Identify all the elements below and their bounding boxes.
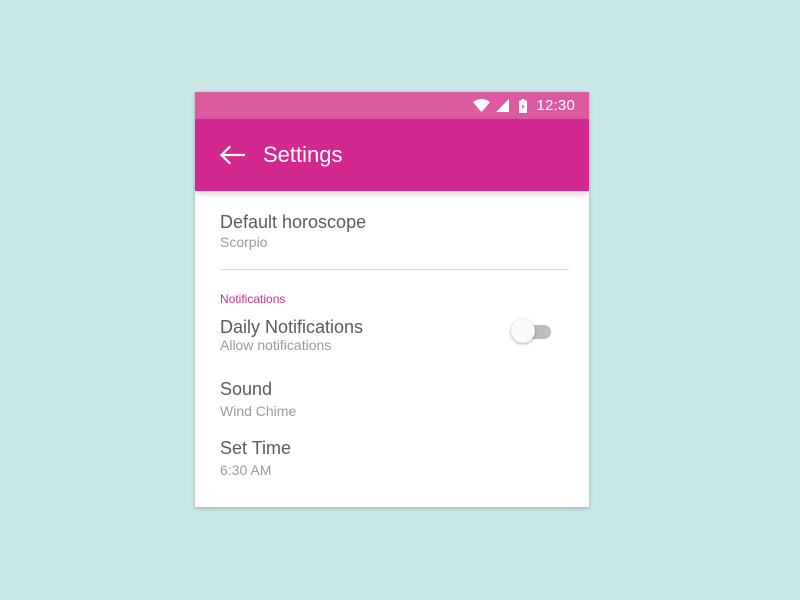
back-button[interactable] — [219, 140, 249, 170]
status-time: 12:30 — [536, 97, 575, 114]
setting-summary: Wind Chime — [220, 403, 297, 419]
setting-title: Set Time — [220, 438, 292, 458]
app-bar: Settings — [195, 119, 589, 191]
notifications-section-header: Notifications — [220, 292, 286, 306]
setting-title: Default horoscope — [220, 212, 367, 232]
default-horoscope-setting[interactable]: Default horoscope Scorpio — [220, 191, 569, 250]
sound-setting[interactable]: Sound Wind Chime — [220, 378, 569, 420]
signal-icon — [496, 99, 510, 112]
arrow-left-icon — [219, 145, 245, 165]
set-time-setting[interactable]: Set Time 6:30 AM — [220, 437, 569, 479]
page-title: Settings — [263, 142, 343, 167]
toggle-thumb — [511, 319, 535, 343]
daily-notifications-toggle[interactable] — [511, 319, 551, 345]
setting-summary: Scorpio — [220, 234, 268, 250]
daily-notifications-setting[interactable]: Daily Notifications Allow notifications — [220, 316, 569, 356]
setting-title: Sound — [220, 379, 273, 399]
battery-charging-icon — [519, 98, 528, 113]
wifi-icon — [473, 99, 491, 112]
settings-list: Default horoscope Scorpio Notifications … — [195, 191, 589, 479]
settings-screen: 12:30 Settings Default horoscope Scorpio… — [195, 92, 589, 507]
status-bar: 12:30 — [195, 92, 589, 119]
divider — [220, 269, 569, 270]
setting-summary: 6:30 AM — [220, 462, 272, 478]
